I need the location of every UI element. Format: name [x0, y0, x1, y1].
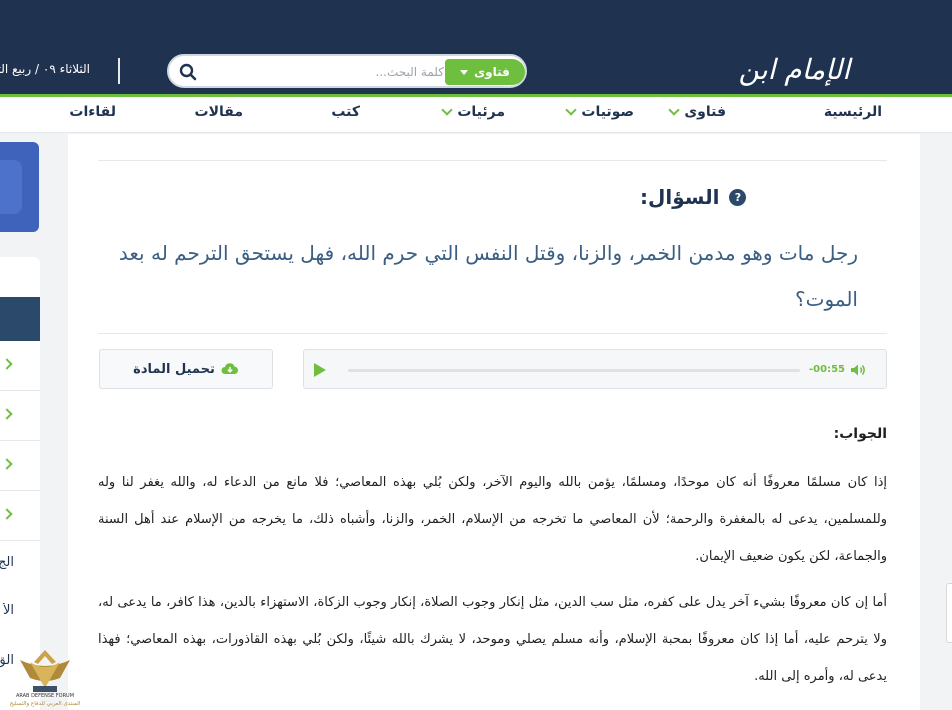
header-divider: [118, 58, 120, 84]
question-icon: ?: [729, 188, 747, 206]
sidebar-item[interactable]: [0, 441, 40, 491]
chevron-left-icon: [1, 508, 13, 520]
answer-paragraph: أما إن كان معروفًا بشيء آخر يدل على كفره…: [98, 595, 887, 684]
sidebar-item[interactable]: [0, 341, 40, 391]
sidebar-item[interactable]: [0, 391, 40, 441]
search-input[interactable]: [209, 61, 444, 83]
question-heading-text: السؤال:: [640, 185, 720, 209]
chevron-down-icon: [668, 104, 680, 116]
main-nav: الرئيسية فتاوى صوتيات مرئيات كتب مقالات …: [0, 97, 952, 133]
badge-title: ARAB DEFENSE FORUM: [16, 693, 74, 699]
nav-item-label: مقالات: [194, 104, 244, 120]
play-icon[interactable]: [314, 363, 326, 377]
audio-player: -00:55: [303, 349, 887, 389]
question-text: رجل مات وهو مدمن الخمر، والزنا، وقتل الن…: [118, 241, 858, 311]
nav-item-interviews[interactable]: لقاءات: [69, 104, 116, 120]
search-category-select[interactable]: فتاوى: [445, 59, 525, 85]
nav-item-books[interactable]: كتب: [331, 104, 360, 120]
answer-heading: الجواب:: [833, 426, 887, 442]
answer-paragraph: إذا كان مسلمًا معروفًا أنه كان موحدًا، و…: [98, 475, 887, 564]
sidebar-banner[interactable]: [0, 142, 39, 232]
cloud-download-icon: [221, 363, 238, 374]
chevron-down-icon: [565, 104, 578, 116]
nav-item-label: الرئيسية: [823, 104, 882, 120]
chevron-down-icon: [441, 104, 453, 116]
audio-time: -00:55: [809, 364, 845, 375]
search-bar: فتاوى: [167, 54, 527, 88]
site-logo[interactable]: الإمام ابن باز: [725, 48, 852, 130]
search-category-label: فتاوى: [474, 65, 510, 79]
download-label: تحميل المادة: [133, 361, 215, 377]
nav-item-label: مرئيات: [457, 104, 505, 120]
hijri-date: الثلاثاء ٠٩ / ربيع الثاني: [0, 62, 90, 76]
nav-item-audio[interactable]: صوتيات: [565, 104, 634, 120]
audio-seek-bar[interactable]: [348, 369, 800, 372]
nav-item-articles[interactable]: مقالات: [195, 104, 244, 120]
side-tab[interactable]: [946, 583, 952, 643]
sidebar-link[interactable]: الأ: [0, 603, 14, 618]
forum-watermark-logo: ARAB DEFENSE FORUM المنتدى العربي للدفاع…: [10, 650, 81, 707]
search-icon[interactable]: [179, 63, 197, 81]
divider: [98, 333, 887, 334]
nav-item-label: صوتيات: [581, 104, 634, 120]
chevron-left-icon: [1, 408, 13, 420]
nav-item-fatawa[interactable]: فتاوى: [668, 104, 726, 120]
nav-item-label: فتاوى: [684, 104, 726, 120]
volume-icon[interactable]: [850, 363, 866, 377]
nav-item-home[interactable]: الرئيسية: [824, 104, 882, 120]
question-heading: ? السؤال:: [640, 185, 888, 209]
chevron-left-icon: [1, 358, 13, 370]
sidebar-link[interactable]: الج: [0, 555, 14, 570]
sidebar-header: [0, 297, 40, 341]
chevron-left-icon: [1, 458, 13, 470]
chevron-down-icon: [460, 69, 469, 75]
download-button[interactable]: تحميل المادة: [99, 349, 273, 389]
nav-item-videos[interactable]: مرئيات: [441, 104, 505, 120]
sidebar-item[interactable]: [0, 491, 40, 541]
divider: [98, 160, 887, 161]
nav-item-label: لقاءات: [69, 104, 116, 120]
nav-item-label: كتب: [331, 104, 360, 120]
badge-subtitle: المنتدى العربي للدفاع والتسليح: [10, 701, 81, 707]
